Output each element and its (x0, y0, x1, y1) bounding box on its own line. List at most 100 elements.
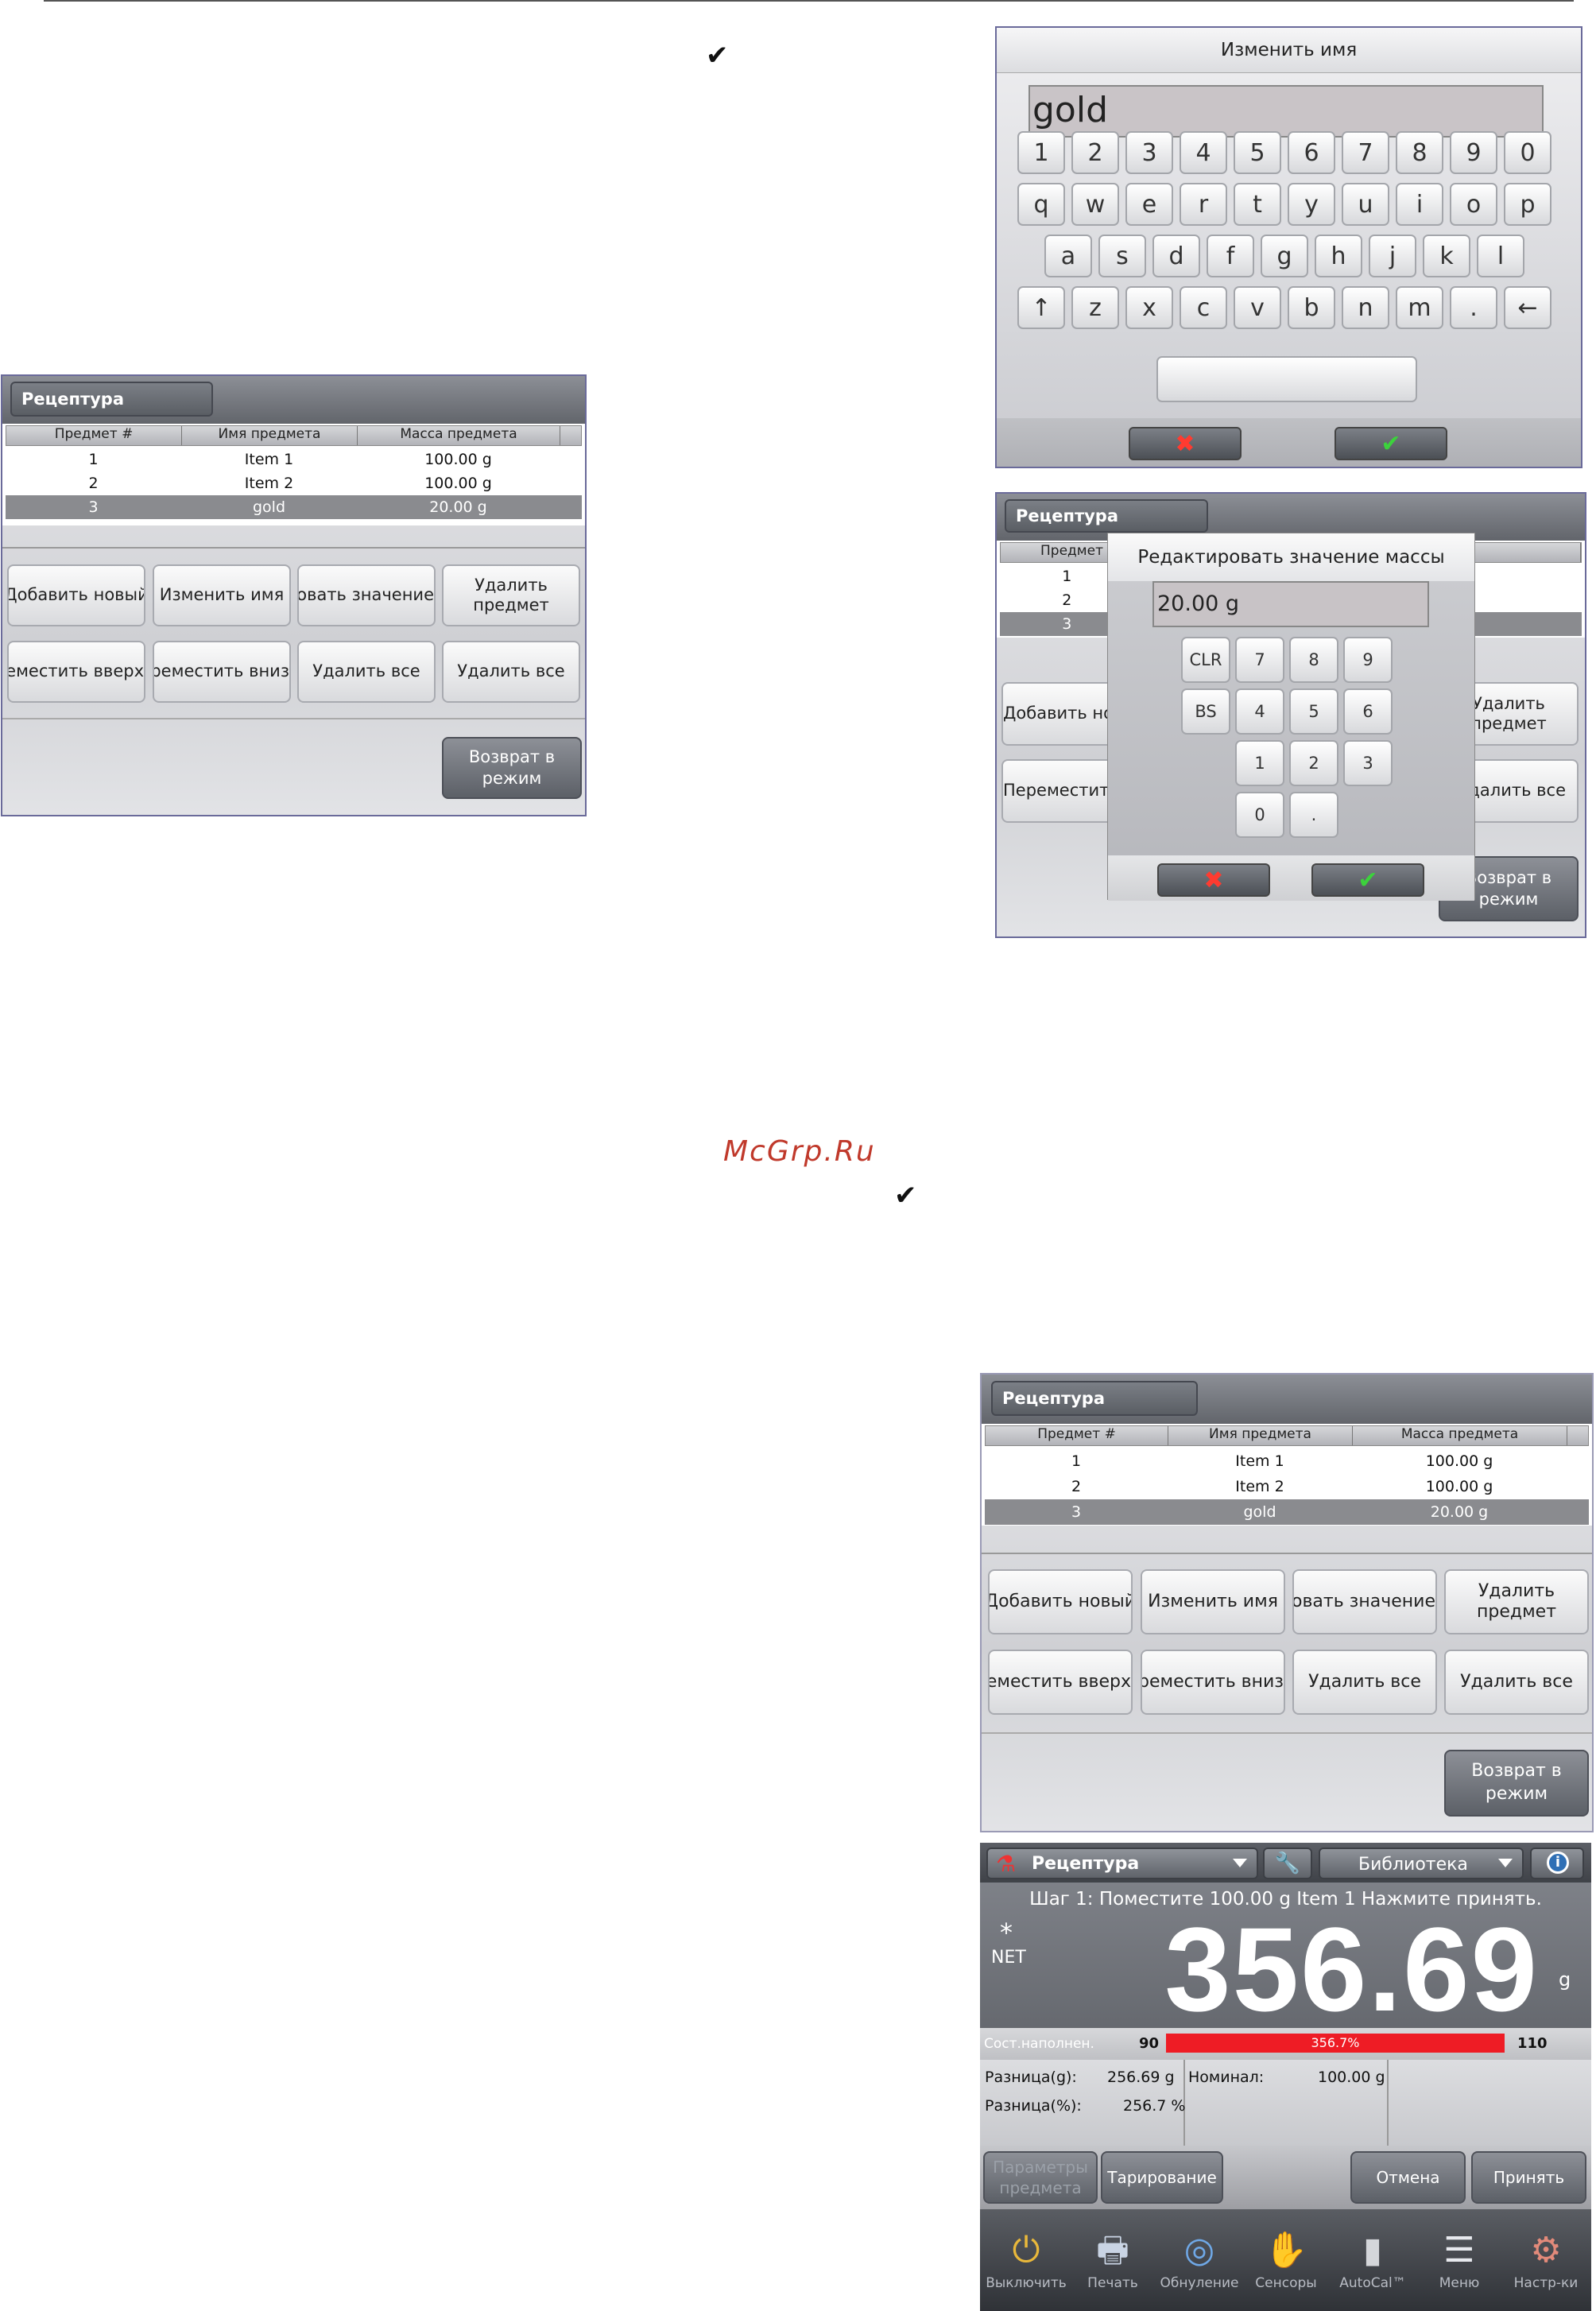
numkey-0[interactable]: 0 (1235, 792, 1284, 838)
table-row[interactable]: 1 Item 1 100.00 g (985, 1448, 1589, 1474)
cancel-button[interactable]: ✖ (1129, 427, 1242, 460)
delete-all-button[interactable]: Удалить все (1444, 1650, 1589, 1715)
info-button[interactable]: i (1530, 1848, 1584, 1879)
dock-item-4[interactable]: ✋ Сенсоры (1245, 2215, 1327, 2307)
delete-all-button[interactable]: Удалить все (297, 641, 436, 703)
key-u[interactable]: u (1342, 183, 1389, 226)
key-5[interactable]: 5 (1234, 131, 1281, 174)
key-0[interactable]: 0 (1504, 131, 1551, 174)
key-2[interactable]: 2 (1071, 131, 1119, 174)
numkey-2[interactable]: 2 (1289, 740, 1338, 786)
key-k[interactable]: k (1423, 235, 1470, 277)
move-down-button[interactable]: Переместить вниз (153, 641, 291, 703)
return-to-mode-button[interactable]: Возврат в режим (442, 737, 582, 799)
numkey-4[interactable]: 4 (1235, 688, 1284, 735)
numkey-8[interactable]: 8 (1289, 637, 1338, 683)
key-period[interactable]: . (1450, 286, 1497, 329)
key-g[interactable]: g (1261, 235, 1308, 277)
key-z[interactable]: z (1071, 286, 1119, 329)
key-4[interactable]: 4 (1180, 131, 1227, 174)
delete-item-button[interactable]: Удалить предмет (1444, 1569, 1589, 1634)
move-up-button[interactable]: Переместить вверх (7, 641, 145, 703)
key-j[interactable]: j (1369, 235, 1416, 277)
numkey-1[interactable]: 1 (1235, 740, 1284, 786)
mode-selector[interactable]: ⚗ Рецептура (986, 1848, 1258, 1879)
rename-button[interactable]: Изменить имя (1141, 1569, 1285, 1634)
key-v[interactable]: v (1234, 286, 1281, 329)
key-q[interactable]: q (1017, 183, 1065, 226)
dock-item-7[interactable]: ⚙ Настр-ки (1505, 2215, 1587, 2307)
dock-item-1[interactable]: ⏻ Выключить (985, 2215, 1067, 2307)
wrench-icon[interactable]: 🔧 (1263, 1848, 1312, 1879)
space-key[interactable] (1156, 356, 1417, 402)
tare-button[interactable]: Тарирование (1101, 2151, 1223, 2204)
key-c[interactable]: c (1180, 286, 1227, 329)
key-9[interactable]: 9 (1450, 131, 1497, 174)
table-row-selected[interactable]: 3 gold 20.00 g (6, 495, 582, 519)
delete-item-button[interactable]: Удалить предмет (442, 564, 580, 626)
key-l[interactable]: l (1477, 235, 1524, 277)
table-row[interactable]: 1 Item 1 100.00 g (6, 448, 582, 471)
key-7[interactable]: 7 (1342, 131, 1389, 174)
item-params-button[interactable]: Параметры предмета (983, 2151, 1098, 2204)
numkey-9[interactable]: 9 (1343, 637, 1393, 683)
move-up-button[interactable]: Переместить вверх (988, 1650, 1133, 1715)
confirm-button[interactable]: ✔ (1335, 427, 1447, 460)
key-h[interactable]: h (1315, 235, 1362, 277)
key-n[interactable]: n (1342, 286, 1389, 329)
return-to-mode-button[interactable]: Возврат в режим (1444, 1750, 1589, 1817)
key-e[interactable]: e (1125, 183, 1173, 226)
move-down-button[interactable]: Переместить вниз (1141, 1650, 1285, 1715)
key-r[interactable]: r (1180, 183, 1227, 226)
key-f[interactable]: f (1207, 235, 1254, 277)
table-row[interactable]: 2 Item 2 100.00 g (6, 471, 582, 495)
dock-item-2[interactable]: 🖶 Печать (1071, 2215, 1154, 2307)
delete-all-button[interactable]: Удалить все (1292, 1650, 1437, 1715)
add-new-button[interactable]: Добавить новый (988, 1569, 1133, 1634)
recipe-title-button[interactable]: Рецептура (1005, 499, 1208, 533)
key-x[interactable]: x (1125, 286, 1173, 329)
rename-button[interactable]: Изменить имя (153, 564, 291, 626)
confirm-button[interactable]: ✔ (1311, 863, 1424, 897)
cancel-button[interactable]: Отмена (1350, 2151, 1466, 2204)
key-6[interactable]: 6 (1288, 131, 1335, 174)
numkey-period[interactable]: . (1289, 792, 1338, 838)
dock-item-3[interactable]: ◎ Обнуление (1158, 2215, 1241, 2307)
key-o[interactable]: o (1450, 183, 1497, 226)
key-w[interactable]: w (1071, 183, 1119, 226)
key-t[interactable]: t (1234, 183, 1281, 226)
accept-button[interactable]: Принять (1471, 2151, 1586, 2204)
key-1[interactable]: 1 (1017, 131, 1065, 174)
recipe-title-button[interactable]: Рецептура (991, 1381, 1198, 1416)
table-row-selected[interactable]: 3 gold 20.00 g (985, 1499, 1589, 1525)
library-selector[interactable]: Библиотека (1319, 1848, 1524, 1879)
mass-input[interactable]: 20.00 g (1152, 581, 1429, 627)
key-backspace[interactable]: ← (1504, 286, 1551, 329)
key-s[interactable]: s (1098, 235, 1146, 277)
key-p[interactable]: p (1504, 183, 1551, 226)
numkey-clr[interactable]: CLR (1181, 637, 1230, 683)
key-b[interactable]: b (1288, 286, 1335, 329)
key-m[interactable]: m (1396, 286, 1443, 329)
numkey-6[interactable]: 6 (1343, 688, 1393, 735)
delete-all-button[interactable]: Удалить все (442, 641, 580, 703)
key-y[interactable]: y (1288, 183, 1335, 226)
key-d[interactable]: d (1152, 235, 1200, 277)
numkey-7[interactable]: 7 (1235, 637, 1284, 683)
edit-value-button[interactable]: ировать значение (1292, 1569, 1437, 1634)
key-shift[interactable]: ↑ (1017, 286, 1065, 329)
edit-value-button[interactable]: ировать значение (297, 564, 436, 626)
key-i[interactable]: i (1396, 183, 1443, 226)
table-row[interactable]: 2 Item 2 100.00 g (985, 1474, 1589, 1499)
dock-item-5[interactable]: ▮ AutoCal™ (1331, 2215, 1414, 2307)
key-8[interactable]: 8 (1396, 131, 1443, 174)
numkey-3[interactable]: 3 (1343, 740, 1393, 786)
recipe-title-button[interactable]: Рецептура (10, 382, 213, 417)
key-3[interactable]: 3 (1125, 131, 1173, 174)
add-new-button[interactable]: Добавить новый (7, 564, 145, 626)
name-input[interactable]: gold (1028, 85, 1544, 138)
cancel-button[interactable]: ✖ (1157, 863, 1270, 897)
dock-item-6[interactable]: ☰ Меню (1418, 2215, 1501, 2307)
numkey-5[interactable]: 5 (1289, 688, 1338, 735)
key-a[interactable]: a (1044, 235, 1092, 277)
